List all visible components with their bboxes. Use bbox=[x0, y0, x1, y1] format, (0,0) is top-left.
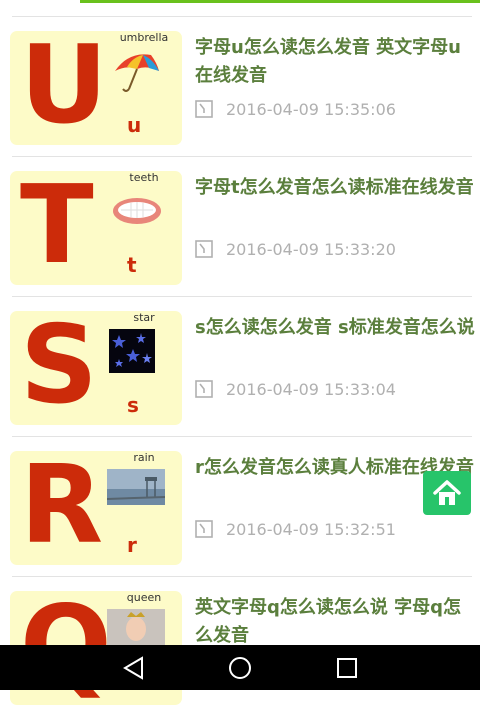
rain-icon bbox=[107, 469, 165, 505]
article-meta: 2016-04-09 15:32:51 bbox=[195, 518, 396, 540]
thumbnail-letter-upper: R bbox=[20, 451, 104, 565]
article-item[interactable]: U umbrella u 字母u怎么读怎么发音 英文字母u在线发音 2016-0… bbox=[0, 16, 480, 156]
article-meta: 2016-04-09 15:35:06 bbox=[195, 98, 396, 120]
home-icon bbox=[433, 480, 461, 505]
thumbnail-letter-lower: u bbox=[127, 113, 142, 137]
article-item[interactable]: T teeth t 字母t怎么发音怎么读标准在线发音 2016-04-09 15… bbox=[0, 156, 480, 296]
system-navigation-bar bbox=[0, 645, 480, 690]
article-datetime: 2016-04-09 15:33:04 bbox=[226, 379, 396, 399]
clock-icon bbox=[195, 380, 213, 398]
back-triangle-icon[interactable] bbox=[122, 656, 146, 680]
article-title[interactable]: 字母t怎么发音怎么读标准在线发音 bbox=[195, 174, 475, 202]
thumbnail-letter-upper: T bbox=[20, 171, 94, 285]
thumbnail-letter-upper: U bbox=[20, 31, 108, 145]
article-datetime: 2016-04-09 15:33:20 bbox=[226, 239, 396, 259]
article-meta: 2016-04-09 15:33:04 bbox=[195, 378, 396, 400]
thumbnail-word: rain bbox=[133, 451, 155, 464]
article-title[interactable]: 英文字母q怎么读怎么说 字母q怎么发音 bbox=[195, 594, 475, 650]
article-meta: 2016-04-09 15:33:20 bbox=[195, 238, 396, 260]
home-button[interactable] bbox=[423, 471, 471, 515]
thumbnail-word: queen bbox=[126, 591, 162, 604]
article-thumbnail[interactable]: T teeth t bbox=[10, 171, 182, 285]
recent-apps-icon[interactable] bbox=[335, 656, 359, 680]
umbrella-icon bbox=[115, 54, 159, 92]
thumbnail-word: umbrella bbox=[119, 31, 169, 44]
thumbnail-word: star bbox=[133, 311, 155, 324]
article-datetime: 2016-04-09 15:32:51 bbox=[226, 519, 396, 539]
article-thumbnail[interactable]: S star s bbox=[10, 311, 182, 425]
article-datetime: 2016-04-09 15:35:06 bbox=[226, 99, 396, 119]
article-title[interactable]: 字母u怎么读怎么发音 英文字母u在线发音 bbox=[195, 34, 475, 90]
article-thumbnail[interactable]: R rain r bbox=[10, 451, 182, 565]
thumbnail-letter-lower: t bbox=[127, 253, 137, 277]
star-icon bbox=[109, 329, 155, 373]
clock-icon bbox=[195, 100, 213, 118]
clock-icon bbox=[195, 520, 213, 538]
home-circle-icon[interactable] bbox=[228, 656, 252, 680]
top-progress-line bbox=[0, 0, 480, 3]
top-bar-segment bbox=[0, 0, 80, 3]
thumbnail-letter-lower: r bbox=[127, 533, 137, 557]
teeth-icon bbox=[113, 198, 161, 224]
top-accent-bar bbox=[80, 0, 480, 3]
article-item[interactable]: S star s s怎么读怎么发音 s标准发音怎么说 2016-04-09 15… bbox=[0, 296, 480, 436]
thumbnail-letter-lower: s bbox=[127, 393, 139, 417]
thumbnail-letter-upper: S bbox=[20, 311, 98, 425]
clock-icon bbox=[195, 240, 213, 258]
article-thumbnail[interactable]: U umbrella u bbox=[10, 31, 182, 145]
thumbnail-word: teeth bbox=[129, 171, 159, 184]
article-title[interactable]: s怎么读怎么发音 s标准发音怎么说 bbox=[195, 314, 475, 342]
article-item[interactable]: R rain r r怎么发音怎么读真人标准在线发音 2016-04-09 15:… bbox=[0, 436, 480, 576]
